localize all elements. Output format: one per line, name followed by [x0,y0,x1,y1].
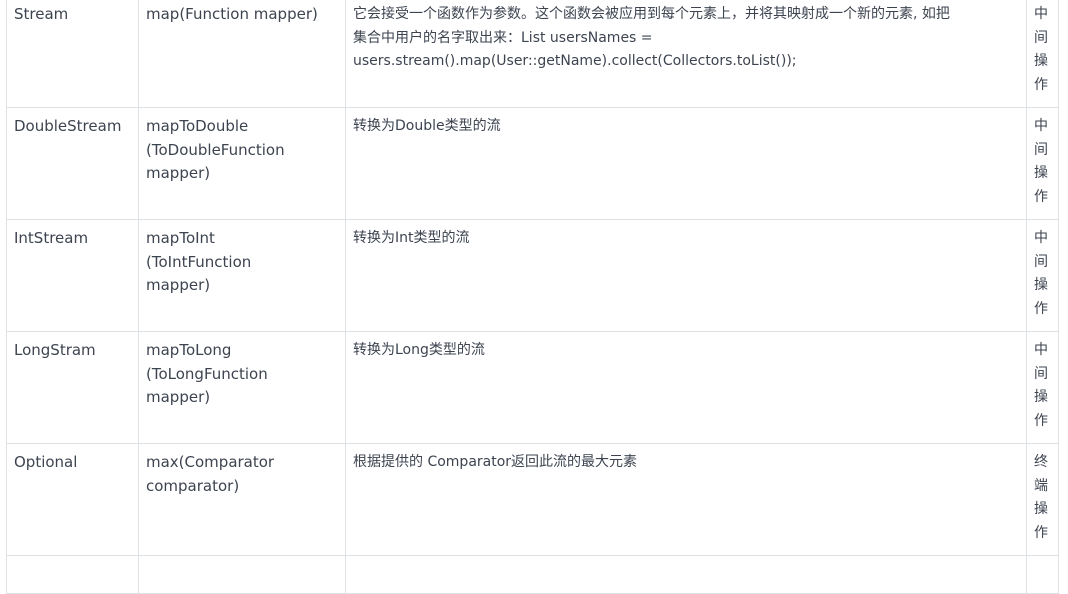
description-line: 根据提供的 Comparator返回此流的最大元素 [353,454,638,470]
operation-kind-cell [1026,555,1059,594]
operation-kind-char: 作 [1034,188,1048,205]
operation-kind-char: 间 [1034,141,1048,158]
description-line: 它会接受一个函数作为参数。这个函数会被应用到每个元素上，并将其映射成一个新的元素… [353,6,950,22]
operation-kind-char: 中 [1034,118,1048,134]
method-cell: mapToInt (ToIntFunction mapper) [138,219,346,332]
return-type-cell: LongStram [6,331,139,444]
operation-kind-cell: 中 间 操 作 [1026,107,1059,220]
method-line: mapToLong [146,341,232,359]
return-type: Stream [14,5,69,23]
return-type: Optional [14,453,78,471]
operation-kind-char: 操 [1034,165,1048,182]
operation-kind-char: 间 [1034,29,1048,46]
operation-kind-char: 操 [1034,53,1048,70]
operation-kind-cell: 终 端 操 作 [1026,443,1059,556]
return-type-cell: IntStream [6,219,139,332]
method-line: mapper) [146,164,211,183]
method-line: mapper) [146,276,211,295]
return-type-cell: Stream [6,0,139,108]
operation-kind-char: 作 [1034,412,1048,429]
operation-kind-char: 操 [1034,277,1048,294]
table-row: Stream map(Function mapper) 它会接受一个函数作为参数… [6,0,1059,108]
description-line: 转换为Int类型的流 [353,230,470,246]
description-cell: 转换为Long类型的流 [345,331,1027,444]
description-cell: 它会接受一个函数作为参数。这个函数会被应用到每个元素上，并将其映射成一个新的元素… [345,0,1027,108]
method-cell: mapToLong (ToLongFunction mapper) [138,331,346,444]
method-cell: mapToDouble (ToDoubleFunction mapper) [138,107,346,220]
table-row: Optional max(Comparator comparator) 根据提供… [6,443,1059,556]
method-cell [138,555,346,594]
method-line: (ToLongFunction [146,364,268,383]
operation-kind-char: 间 [1034,365,1048,382]
description-cell: 转换为Int类型的流 [345,219,1027,332]
return-type: DoubleStream [14,117,122,135]
operation-kind-char: 作 [1034,524,1048,541]
method-line: comparator) [146,476,240,495]
description-line: 集合中用户的名字取出来：List usersNames = [353,29,653,46]
operation-kind-char: 端 [1034,477,1048,494]
method-line: mapToInt [146,229,215,247]
method-line: (ToIntFunction [146,252,252,271]
operation-kind-char: 终 [1034,454,1048,470]
operation-kind-char: 中 [1034,6,1048,22]
operation-kind-char: 作 [1034,300,1048,317]
return-type: IntStream [14,229,89,247]
return-type-cell [6,555,139,594]
table-row: IntStream mapToInt (ToIntFunction mapper… [6,219,1059,332]
table-row: DoubleStream mapToDouble (ToDoubleFuncti… [6,107,1059,220]
table-row: LongStram mapToLong (ToLongFunction mapp… [6,331,1059,444]
operation-kind-cell: 中 间 操 作 [1026,0,1059,108]
operation-kind-char: 间 [1034,253,1048,270]
method-line: mapToDouble [146,117,249,135]
method-line: map(Function mapper) [146,5,318,23]
description-cell [345,555,1027,594]
description-cell: 转换为Double类型的流 [345,107,1027,220]
description-line: 转换为Double类型的流 [353,118,501,134]
method-cell: map(Function mapper) [138,0,346,108]
operation-kind-char: 操 [1034,501,1048,518]
operation-kind-char: 中 [1034,230,1048,246]
method-line: (ToDoubleFunction [146,140,285,159]
operation-kind-char: 操 [1034,389,1048,406]
stream-api-table: Stream map(Function mapper) 它会接受一个函数作为参数… [6,0,1059,594]
description-cell: 根据提供的 Comparator返回此流的最大元素 [345,443,1027,556]
description-line: users.stream().map(User::getName).collec… [353,53,797,70]
operation-kind-cell: 中 间 操 作 [1026,331,1059,444]
return-type-cell: Optional [6,443,139,556]
return-type-cell: DoubleStream [6,107,139,220]
method-line: max(Comparator [146,453,275,471]
return-type: LongStram [14,341,96,359]
operation-kind-cell: 中 间 操 作 [1026,219,1059,332]
description-line: 转换为Long类型的流 [353,342,485,358]
table-row [6,555,1059,594]
method-cell: max(Comparator comparator) [138,443,346,556]
operation-kind-char: 中 [1034,342,1048,358]
operation-kind-char: 作 [1034,76,1048,93]
method-line: mapper) [146,388,211,407]
